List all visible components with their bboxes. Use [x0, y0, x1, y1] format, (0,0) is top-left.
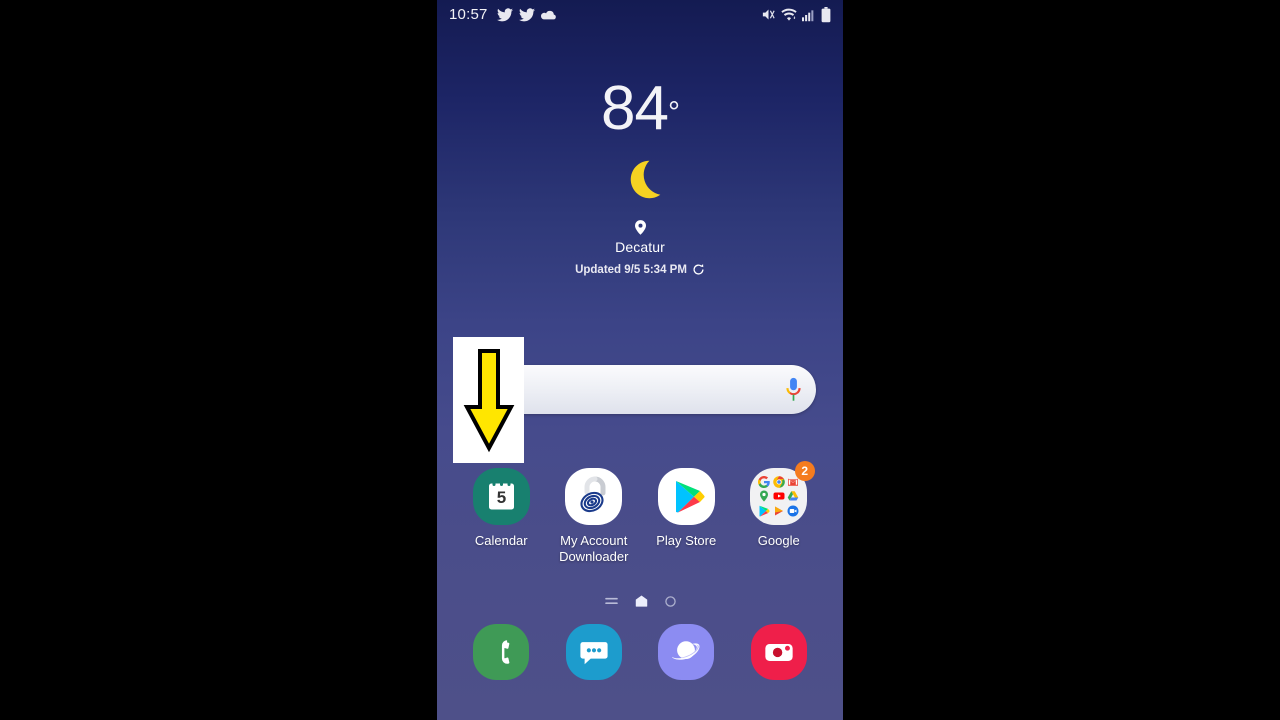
twitter-icon: [496, 7, 513, 21]
app-play-store[interactable]: Play Store: [644, 468, 728, 565]
app-grid: 5 Calendar My Account Downloader Play St…: [437, 461, 843, 565]
maps-icon: [757, 490, 771, 504]
chrome-icon: [772, 475, 786, 489]
battery-icon: [821, 6, 831, 22]
twitter-icon: [518, 7, 535, 21]
weather-temperature: 84°: [437, 78, 843, 140]
down-arrow-icon: [463, 349, 514, 453]
crescent-moon-icon: [630, 160, 661, 199]
cloud-icon: [540, 10, 556, 20]
phone-handset-icon[interactable]: [473, 624, 530, 680]
wifi-icon: [781, 8, 797, 21]
location-pin-icon: [634, 220, 646, 235]
screen-root: 10:57 84° Decatur Updated 9/5 5:34 PM 5 …: [0, 0, 1280, 720]
mute-vibrate-icon: [762, 9, 775, 20]
google-microphone-icon: [785, 377, 801, 401]
weather-updated-row: Updated 9/5 5:34 PM: [437, 263, 843, 276]
app-my-account-downloader[interactable]: My Account Downloader: [552, 468, 636, 565]
app-label: My Account Downloader: [559, 533, 629, 564]
page-indicator[interactable]: [437, 595, 843, 607]
messages-glyph-icon: [580, 642, 608, 665]
dock-app-camera[interactable]: [748, 624, 810, 680]
circle-icon[interactable]: [664, 595, 676, 607]
duo-icon: [787, 504, 801, 518]
dock-app-phone[interactable]: [470, 624, 532, 680]
app-label: Calendar: [474, 533, 528, 548]
lines-icon[interactable]: [604, 597, 618, 606]
calendar-glyph-icon: 5: [488, 481, 514, 510]
calendar-icon[interactable]: 5: [472, 468, 530, 525]
refresh-icon[interactable]: [692, 263, 705, 276]
dock-app-messages[interactable]: [563, 624, 625, 680]
home-icon[interactable]: [635, 595, 648, 607]
camera-glyph-icon: [765, 644, 793, 661]
play-store-icon: [757, 504, 771, 518]
system-status-icons: [761, 6, 831, 23]
phone-home-screen: 10:57 84° Decatur Updated 9/5 5:34 PM 5 …: [437, 0, 843, 720]
app-label: Play Store: [656, 533, 717, 548]
status-bar[interactable]: 10:57: [437, 0, 843, 29]
voice-search-button[interactable]: [770, 365, 816, 414]
camera-icon[interactable]: [750, 624, 807, 680]
spiral-icon[interactable]: [565, 468, 623, 525]
youtube-icon: [772, 490, 786, 504]
location-pin-wrap: [437, 220, 843, 236]
cellular-signal-icon: [802, 9, 814, 21]
internet-glyph-icon: [672, 641, 700, 660]
weather-widget[interactable]: 84° Decatur Updated 9/5 5:34 PM: [437, 78, 843, 276]
status-clock: 10:57: [449, 6, 488, 23]
folder-badge-count: 2: [794, 461, 815, 481]
weather-location: Decatur: [615, 239, 665, 255]
calendar-day-number: 5: [497, 488, 506, 507]
planet-icon[interactable]: [658, 624, 715, 680]
play-store-icon[interactable]: [657, 468, 715, 525]
phone-glyph-icon: [502, 640, 510, 664]
message-bubble-icon[interactable]: [565, 624, 622, 680]
weather-condition-icon: [437, 156, 843, 206]
weather-updated-text: Updated 9/5 5:34 PM: [575, 263, 687, 276]
degree-symbol: °: [667, 96, 680, 129]
app-calendar[interactable]: 5 Calendar: [459, 468, 543, 565]
notification-icons: [496, 7, 557, 22]
app-folder-google[interactable]: 2 Google: [737, 461, 821, 565]
drive-icon: [787, 490, 801, 504]
temperature-value: 84: [601, 74, 669, 143]
play-movies-icon: [772, 504, 786, 518]
spiral-glyph-icon: [580, 476, 606, 513]
dock: [437, 624, 843, 680]
google-icon: [757, 475, 771, 489]
play-store-glyph-icon: [675, 481, 705, 513]
annotation-arrow-overlay: [453, 337, 524, 463]
dock-app-internet[interactable]: [655, 624, 717, 680]
app-label: Google: [757, 533, 800, 548]
